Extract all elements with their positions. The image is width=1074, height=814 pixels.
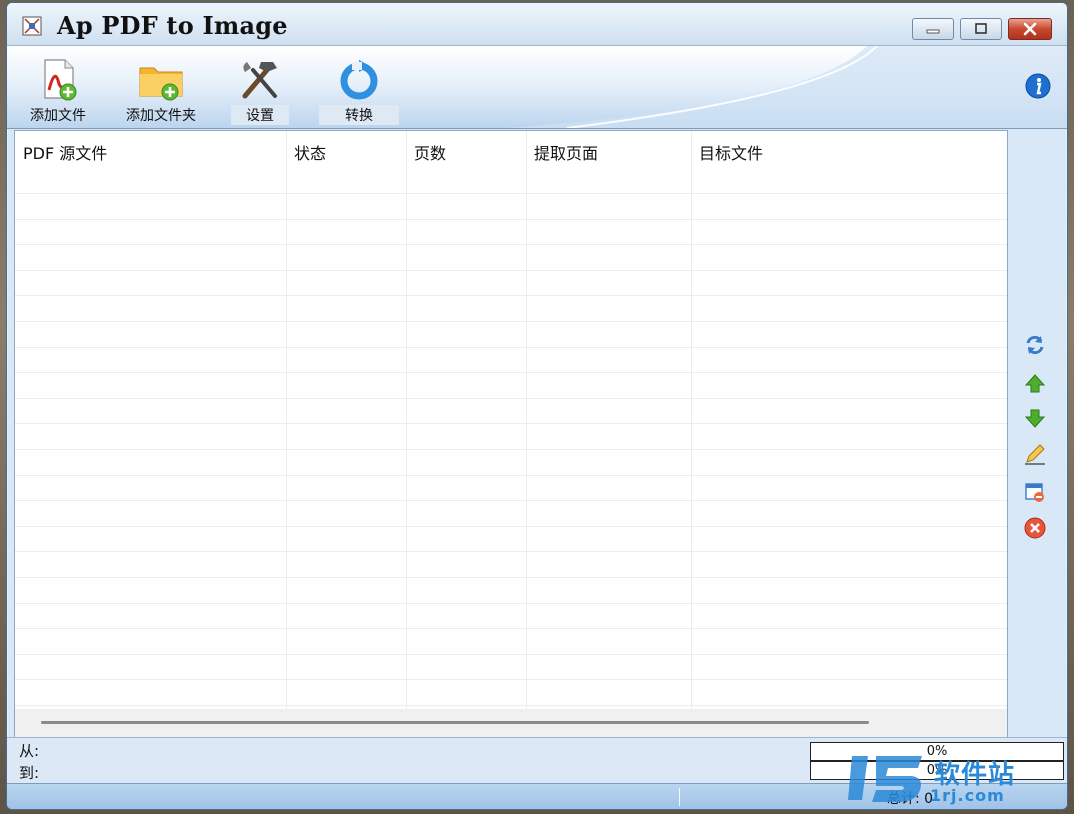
- minimize-button[interactable]: [912, 18, 954, 40]
- grid-row-line: [15, 602, 1007, 604]
- grid-row-line: [15, 218, 1007, 220]
- grid-row-line: [15, 423, 1007, 425]
- grid-row-line: [15, 449, 1007, 450]
- add-file-button[interactable]: 添加文件: [23, 50, 93, 126]
- maximize-icon: [975, 23, 987, 34]
- col-extract-pages[interactable]: 提取页面: [534, 140, 598, 164]
- grid-row-line: [15, 193, 1007, 194]
- grid-row-line: [15, 653, 1007, 655]
- grid-row-line: [15, 577, 1007, 578]
- watermark-15-icon: [848, 756, 922, 802]
- toolbar: 添加文件 添加文件夹 设置 转换: [7, 46, 1067, 129]
- grid-row-line: [15, 244, 1007, 246]
- grid-row-line: [15, 372, 1007, 374]
- info-icon[interactable]: [1024, 72, 1052, 100]
- list-header: PDF 源文件 状态 页数 提取页面 目标文件: [15, 131, 1007, 167]
- from-label: 从:: [19, 742, 40, 760]
- grid-row-line: [15, 474, 1007, 476]
- add-folder-button[interactable]: 添加文件夹: [115, 50, 207, 126]
- app-window: Ap PDF to Image 添加文件 添加文件夹 设置 转换 PDF 源文件…: [6, 2, 1068, 810]
- convert-button[interactable]: 转换: [319, 50, 399, 126]
- add-file-icon: [44, 59, 77, 101]
- grid-row-line: [15, 269, 1007, 271]
- grid-row-line: [15, 346, 1007, 348]
- col-source-file[interactable]: PDF 源文件: [23, 140, 107, 164]
- grid-row-line: [15, 525, 1007, 527]
- file-list[interactable]: PDF 源文件 状态 页数 提取页面 目标文件: [14, 130, 1008, 711]
- to-label: 到:: [19, 764, 40, 782]
- grid-row-line: [15, 705, 1007, 706]
- grid-row-line: [15, 397, 1007, 399]
- scrollbar-thumb[interactable]: [41, 721, 869, 724]
- app-logo-icon: [22, 16, 42, 36]
- horizontal-scrollbar[interactable]: [14, 709, 1008, 737]
- status-separator: [679, 788, 680, 806]
- title-bar[interactable]: Ap PDF to Image: [7, 3, 1067, 46]
- settings-button[interactable]: 设置: [231, 50, 289, 126]
- move-down-icon[interactable]: [1023, 406, 1047, 430]
- move-up-icon[interactable]: [1023, 372, 1047, 396]
- settings-tools-icon: [242, 62, 277, 99]
- window-title: Ap PDF to Image: [57, 11, 288, 40]
- add-file-label: 添加文件: [30, 108, 86, 124]
- col-target-file[interactable]: 目标文件: [699, 140, 763, 164]
- toolbar-decoration: [507, 46, 1067, 128]
- clear-all-icon[interactable]: [1023, 516, 1047, 540]
- add-folder-label: 添加文件夹: [126, 108, 196, 124]
- close-button[interactable]: [1008, 18, 1052, 40]
- remove-item-icon[interactable]: [1023, 480, 1047, 504]
- grid-row-line: [15, 500, 1007, 502]
- grid-row-line: [15, 295, 1007, 297]
- convert-label: 转换: [319, 105, 399, 125]
- col-page-count[interactable]: 页数: [414, 140, 446, 164]
- refresh-icon[interactable]: [1023, 333, 1047, 357]
- grid-row-line: [15, 628, 1007, 630]
- maximize-button[interactable]: [960, 18, 1002, 40]
- side-action-bar: [1007, 130, 1065, 735]
- add-folder-icon: [139, 67, 183, 101]
- grid-row-line: [15, 321, 1007, 322]
- edit-icon[interactable]: [1023, 442, 1047, 466]
- grid-row-line: [15, 679, 1007, 681]
- minimize-icon: [926, 29, 940, 34]
- grid-row-line: [15, 551, 1007, 553]
- col-status[interactable]: 状态: [294, 140, 326, 164]
- watermark-logo: 软件站 1rj.com: [842, 748, 1062, 808]
- close-icon: [1023, 22, 1037, 36]
- watermark-sub: 1rj.com: [930, 786, 1005, 805]
- convert-icon: [340, 60, 378, 100]
- settings-label: 设置: [231, 105, 289, 125]
